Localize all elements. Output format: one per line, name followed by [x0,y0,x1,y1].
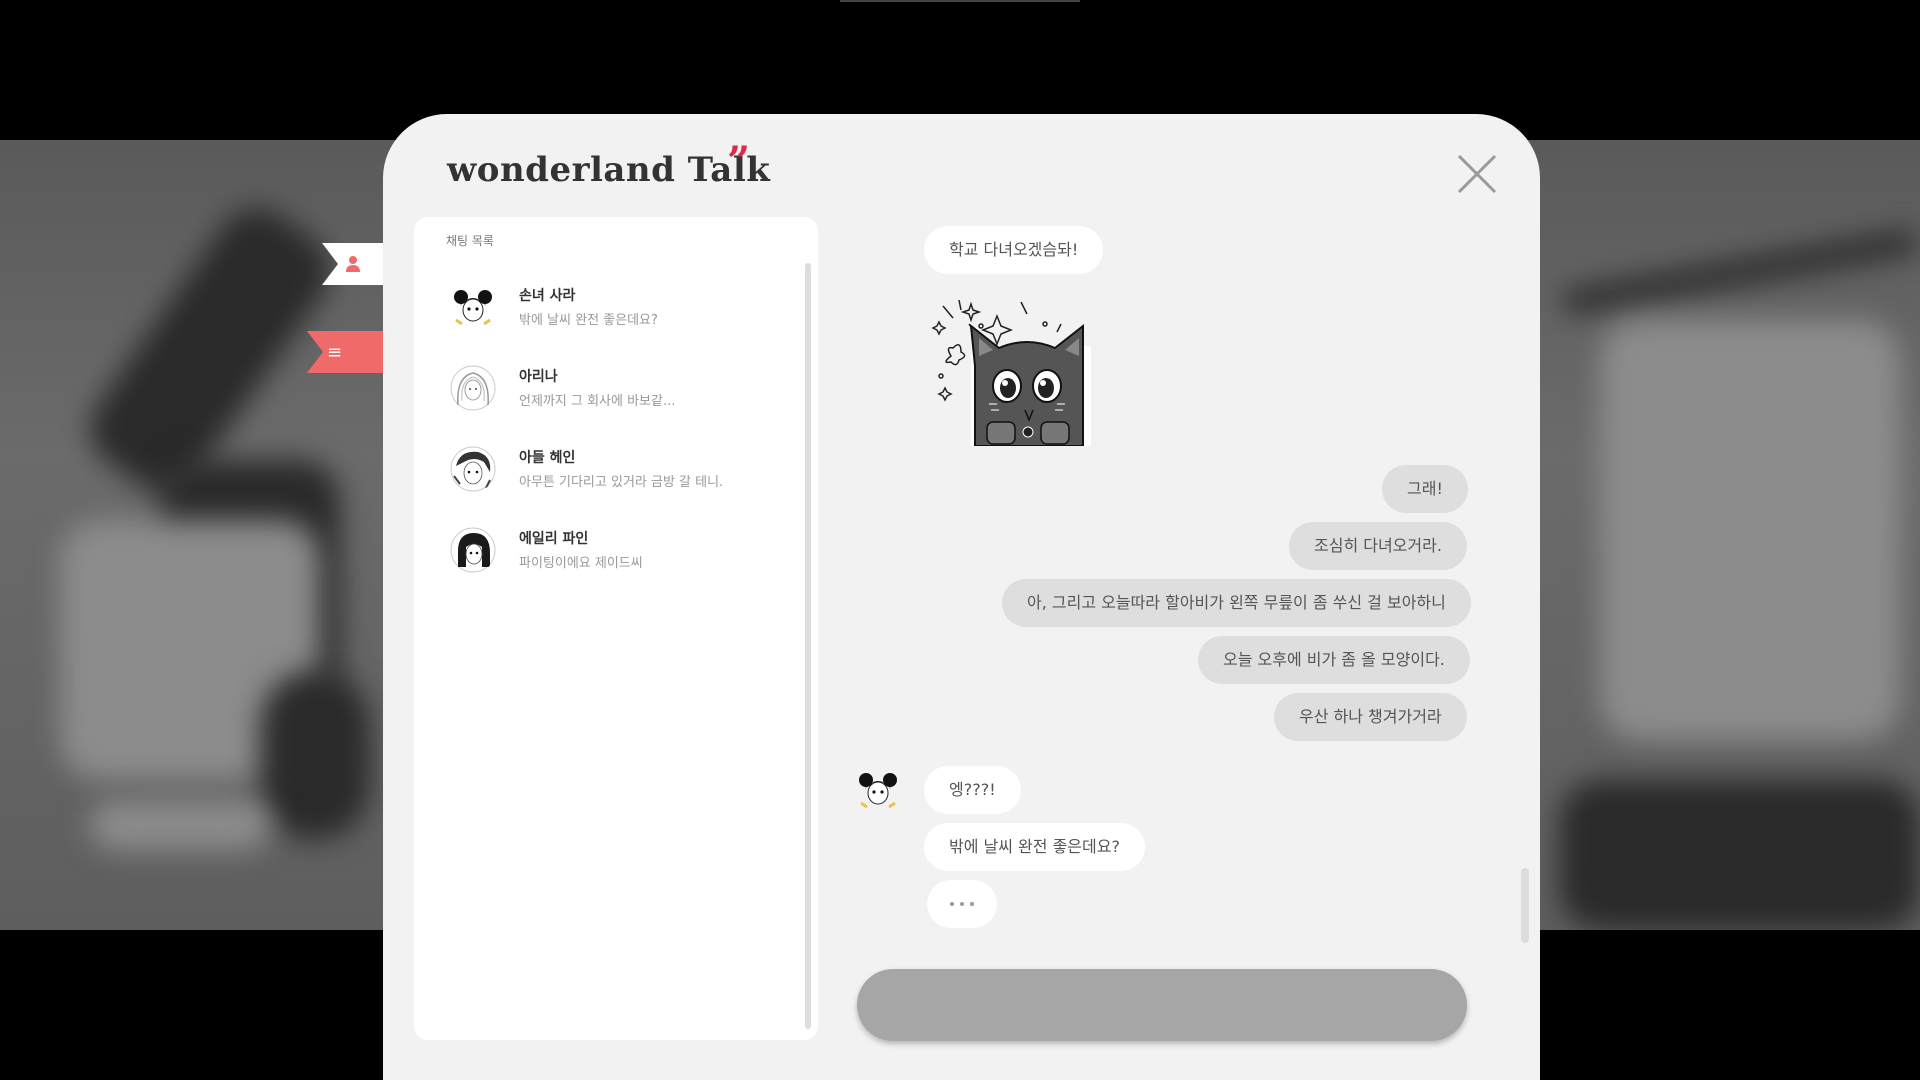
person-icon [346,256,360,272]
talk-window: wonderland Talk ” 채팅 목록 손녀 사라 밖에 날씨 완전 좋… [383,114,1540,1080]
title-quote-mark: ” [727,138,751,185]
message-bubble: 학교 다녀오겠슴돠! [924,226,1104,274]
contact-preview: 밖에 날씨 완전 좋은데요? [519,313,658,328]
chat-list-item[interactable]: 에일리 파인 파이팅이에요 제이드씨 [450,524,790,588]
message-bubble: 우산 하나 챙겨가거라 [1274,693,1467,741]
message-bubble: 밖에 날씨 완전 좋은데요? [924,823,1145,871]
messages-scrollbar[interactable] [1521,868,1529,943]
close-icon [1457,154,1497,194]
chat-list-panel: 채팅 목록 손녀 사라 밖에 날씨 완전 좋은데요? 아리나 언제까지 그 회사… [414,217,818,1040]
chat-list-item[interactable]: 아리나 언제까지 그 회사에 바보같... [450,362,790,426]
message-bubble: 엥???! [924,766,1021,814]
message-bubble: 조심히 다녀오거라. [1289,522,1467,570]
avatar-arina [450,365,496,411]
close-button[interactable] [1455,152,1499,196]
typing-indicator [927,880,997,928]
avatar-eily [450,527,496,573]
contact-name: 에일리 파인 [519,531,589,547]
contact-preview: 파이팅이에요 제이드씨 [519,556,643,571]
chat-list-item[interactable]: 아들 헤인 아무튼 기다리고 있거라 금방 갈 테니. [450,443,790,507]
chat-list-item[interactable]: 손녀 사라 밖에 날씨 완전 좋은데요? [450,281,790,345]
message-input[interactable] [857,969,1467,1041]
avatar-hein [450,446,496,492]
chat-list-scrollbar[interactable] [805,263,811,1029]
cat-sticker [931,296,1091,447]
message-bubble: 그래! [1382,465,1468,513]
sender-avatar-sara [855,767,901,813]
top-divider [840,0,1080,2]
message-bubble: 오늘 오후에 비가 좀 올 모양이다. [1198,636,1470,684]
avatar-sara [450,284,496,330]
contact-preview: 아무튼 기다리고 있거라 금방 갈 테니. [519,475,724,490]
contact-name: 아리나 [519,369,558,385]
contact-preview: 언제까지 그 회사에 바보같... [519,394,676,409]
contact-name: 손녀 사라 [519,288,576,304]
menu-icon: ≡ [327,341,343,363]
window-title: wonderland Talk [447,150,771,190]
contact-name: 아들 헤인 [519,450,576,466]
message-bubble: 아, 그리고 오늘따라 할아비가 왼쪽 무릎이 좀 쑤신 걸 보아하니 [1002,579,1471,627]
chat-list-heading: 채팅 목록 [446,234,494,248]
